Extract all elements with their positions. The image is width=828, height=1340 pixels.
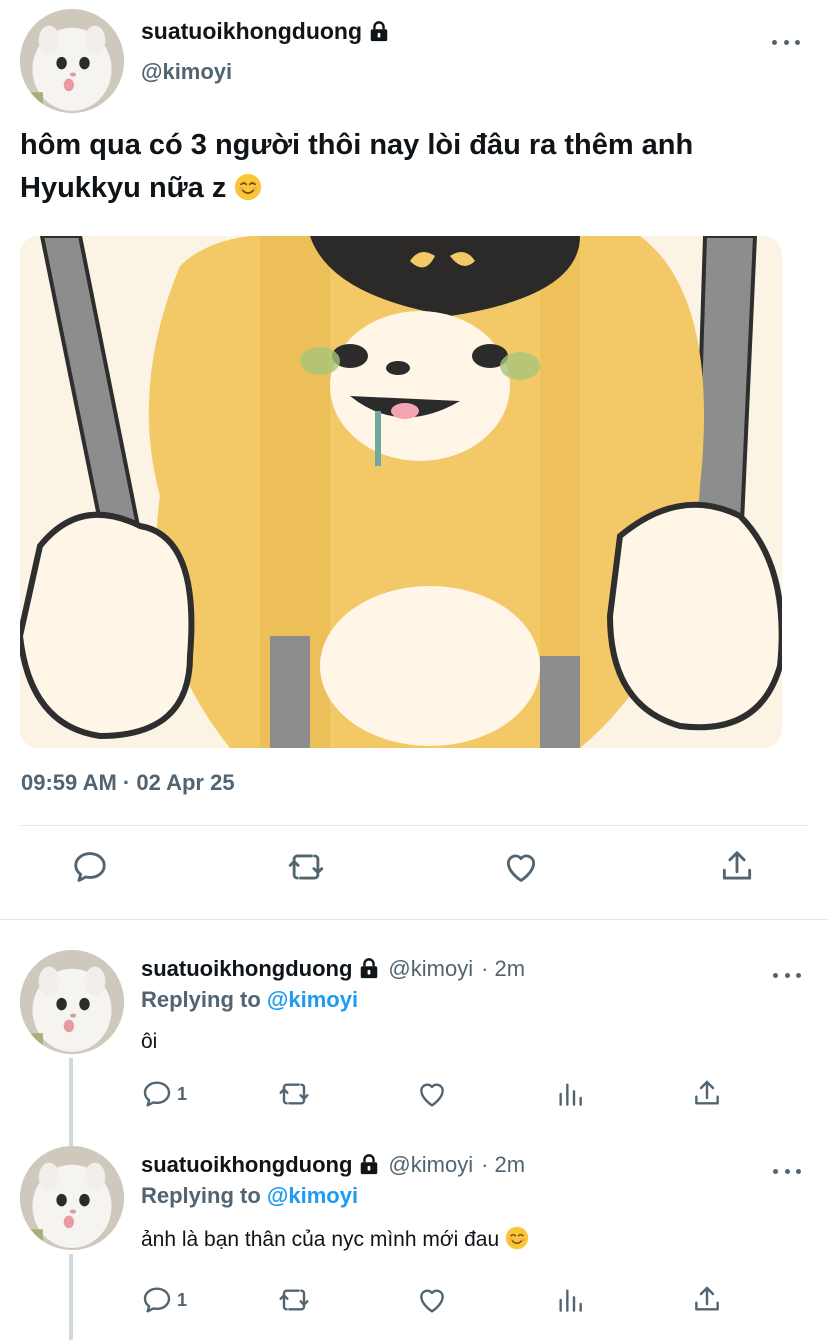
retweet-icon[interactable] <box>284 845 328 889</box>
tweet-timestamp[interactable]: 09:59 AM · 02 Apr 25 <box>21 770 235 796</box>
more-icon[interactable] <box>773 1166 801 1176</box>
replying-prefix: Replying to <box>141 987 261 1012</box>
retweet-icon[interactable] <box>278 1076 310 1112</box>
smiling-face-emoji <box>505 1226 529 1250</box>
lock-icon <box>358 958 380 980</box>
display-name-text: suatuoikhongduong <box>141 956 353 981</box>
share-icon[interactable] <box>715 845 759 889</box>
reply-icon[interactable] <box>68 845 112 889</box>
reply-text: ôi <box>141 1030 158 1053</box>
like-icon[interactable] <box>499 845 543 889</box>
reply-tweet[interactable]: suatuoikhongduong @kimoyi · 2m Replying … <box>0 950 828 1146</box>
reply-actions: 1 <box>0 1076 828 1116</box>
analytics-icon[interactable] <box>554 1076 586 1112</box>
analytics-icon[interactable] <box>554 1282 586 1318</box>
tweet-detail-page: suatuoikhongduong @kimoyi hôm qua có 3 n… <box>0 0 828 1340</box>
like-icon[interactable] <box>416 1282 448 1318</box>
mention-link[interactable]: @kimoyi <box>267 1183 358 1208</box>
share-icon[interactable] <box>691 1076 723 1112</box>
display-name-text: suatuoikhongduong <box>141 18 363 44</box>
author-handle[interactable]: @kimoyi <box>388 1152 473 1178</box>
tweet-text: hôm qua có 3 người thôi nay lòi đâu ra t… <box>20 124 810 210</box>
reply-icon <box>143 1081 171 1107</box>
tweet-actions <box>0 845 828 901</box>
author-handle[interactable]: @kimoyi <box>141 59 232 85</box>
replying-to: Replying to @kimoyi <box>141 1183 358 1209</box>
reply-tweet[interactable]: suatuoikhongduong @kimoyi · 2m Replying … <box>0 1146 828 1340</box>
mention-link[interactable]: @kimoyi <box>267 987 358 1012</box>
retweet-icon[interactable] <box>278 1282 310 1318</box>
share-icon[interactable] <box>691 1282 723 1318</box>
more-icon[interactable] <box>773 970 801 980</box>
main-tweet: suatuoikhongduong @kimoyi hôm qua có 3 n… <box>0 0 828 920</box>
reply-count: 1 <box>177 1289 188 1310</box>
reply-actions: 1 <box>0 1282 828 1322</box>
author-name[interactable]: suatuoikhongduong <box>141 1152 380 1178</box>
tweet-image[interactable] <box>20 236 782 748</box>
reply-time[interactable]: · 2m <box>481 956 525 982</box>
reply-icon <box>143 1287 171 1313</box>
reply-time[interactable]: · 2m <box>481 1152 525 1178</box>
tweet-text-content: hôm qua có 3 người thôi nay lòi đâu ra t… <box>20 129 694 204</box>
display-name-text: suatuoikhongduong <box>141 1152 353 1177</box>
replying-to: Replying to @kimoyi <box>141 987 358 1013</box>
reply-count: 1 <box>177 1083 188 1104</box>
reply-text-content: ảnh là bạn thân của nyc mình mới đau <box>141 1228 500 1251</box>
reply-header: suatuoikhongduong @kimoyi · 2m <box>141 1152 525 1178</box>
like-icon[interactable] <box>416 1076 448 1112</box>
replying-prefix: Replying to <box>141 1183 261 1208</box>
divider <box>0 919 828 920</box>
reply-text: ảnh là bạn thân của nyc mình mới đau <box>141 1226 529 1252</box>
avatar[interactable] <box>20 950 124 1054</box>
avatar[interactable] <box>20 1146 124 1250</box>
avatar[interactable] <box>20 9 124 113</box>
lock-icon <box>358 1154 380 1176</box>
divider <box>20 825 808 826</box>
author-name[interactable]: suatuoikhongduong <box>141 18 390 45</box>
reply-button[interactable]: 1 <box>141 1282 187 1318</box>
author-name[interactable]: suatuoikhongduong <box>141 956 380 982</box>
reply-header: suatuoikhongduong @kimoyi · 2m <box>141 956 525 982</box>
reply-button[interactable]: 1 <box>141 1076 187 1112</box>
more-icon[interactable] <box>772 37 800 47</box>
smiling-face-emoji <box>234 171 262 201</box>
author-handle[interactable]: @kimoyi <box>388 956 473 982</box>
lock-icon <box>368 20 390 43</box>
